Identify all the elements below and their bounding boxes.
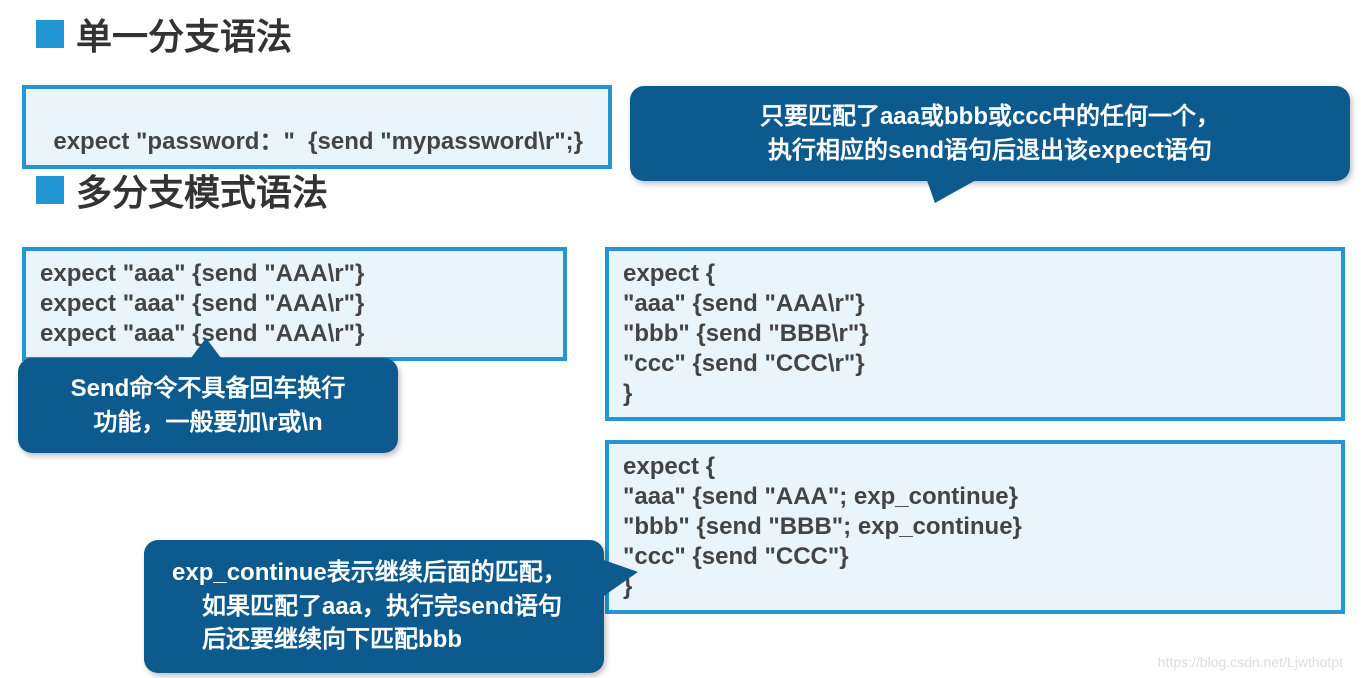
callout-line: 执行相应的send语句后退出该expect语句	[654, 134, 1326, 168]
callout-pointer-icon	[598, 558, 638, 600]
callout-pointer-icon	[915, 175, 985, 203]
code-box-single-branch: expect "password：" {send "mypassword\r";…	[22, 85, 612, 169]
callout-line: 如果匹配了aaa，执行完send语句	[172, 590, 576, 624]
callout-exp-continue: exp_continue表示继续后面的匹配， 如果匹配了aaa，执行完send语…	[144, 540, 604, 673]
heading-text-1: 单一分支语法	[76, 8, 292, 60]
callout-line: 只要匹配了aaa或bbb或ccc中的任何一个，	[654, 100, 1326, 134]
callout-match-any: 只要匹配了aaa或bbb或ccc中的任何一个， 执行相应的send语句后退出该e…	[630, 86, 1350, 181]
bullet-icon	[36, 176, 64, 204]
callout-send-newline: Send命令不具备回车换行 功能，一般要加\r或\n	[18, 358, 398, 453]
code-box-multi-right-top: expect { "aaa" {send "AAA\r"} "bbb" {sen…	[605, 247, 1345, 421]
callout-pointer-icon	[188, 338, 224, 362]
code-box-multi-right-bottom: expect { "aaa" {send "AAA"; exp_continue…	[605, 440, 1345, 614]
heading-single-branch: 单一分支语法	[36, 8, 292, 60]
code-line: expect "password：" {send "mypassword\r";…	[53, 128, 583, 155]
watermark-text: https://blog.csdn.net/Ljwthotpt	[1158, 654, 1343, 670]
heading-text-2: 多分支模式语法	[76, 164, 328, 216]
callout-line: exp_continue表示继续后面的匹配，	[172, 556, 576, 590]
callout-line: 功能，一般要加\r或\n	[42, 406, 374, 440]
callout-line: Send命令不具备回车换行	[42, 372, 374, 406]
bullet-icon	[36, 20, 64, 48]
callout-line: 后还要继续向下匹配bbb	[172, 623, 576, 657]
code-box-multi-left: expect "aaa" {send "AAA\r"} expect "aaa"…	[22, 247, 567, 361]
heading-multi-branch: 多分支模式语法	[36, 164, 328, 216]
